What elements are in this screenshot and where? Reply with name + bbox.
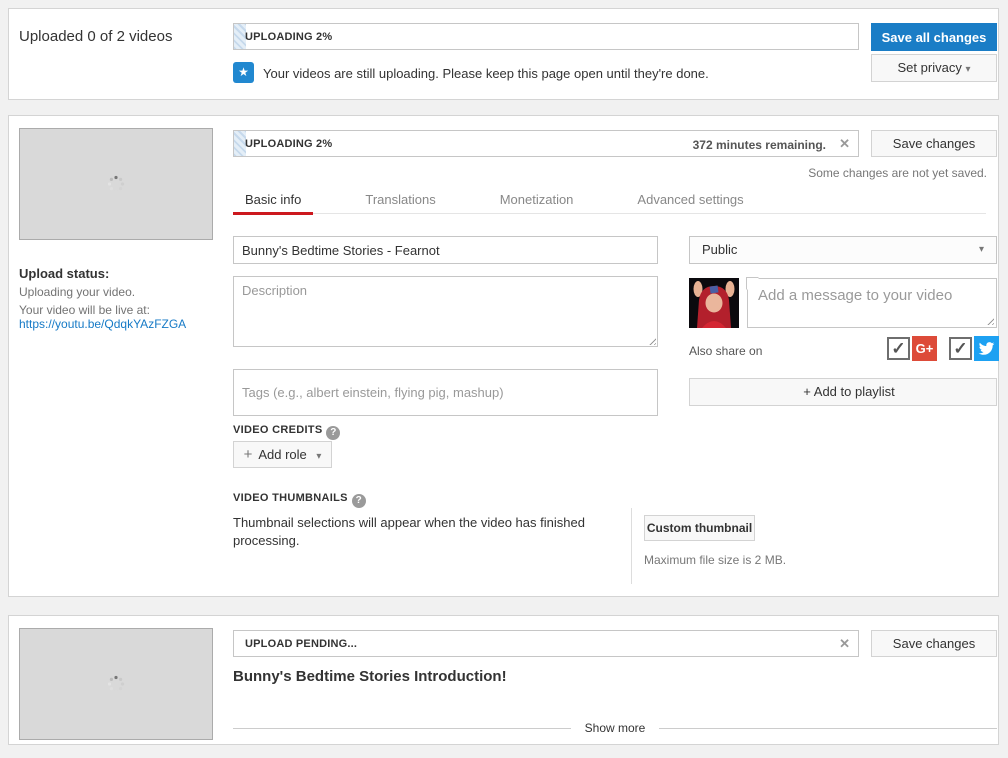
upload-notice-text: Your videos are still uploading. Please … bbox=[263, 66, 709, 81]
video-thumbnails-label: VIDEO THUMBNAILS? bbox=[233, 492, 366, 508]
global-progress-label: UPLOADING 2% bbox=[245, 31, 333, 43]
save-all-changes-button[interactable]: Save all changes bbox=[871, 23, 997, 51]
privacy-dropdown[interactable]: Public ▾ bbox=[689, 236, 997, 264]
video-tags-input[interactable] bbox=[233, 369, 658, 416]
divider-line bbox=[659, 727, 998, 729]
unsaved-changes-note: Some changes are not yet saved. bbox=[808, 166, 987, 180]
video2-save-changes-button[interactable]: Save changes bbox=[871, 630, 997, 657]
video-credits-label: VIDEO CREDITS? bbox=[233, 424, 341, 440]
video-message-bubble bbox=[746, 277, 997, 328]
max-file-size-note: Maximum file size is 2 MB. bbox=[644, 553, 787, 567]
divider-line bbox=[233, 727, 571, 729]
video-live-link[interactable]: https://youtu.be/QdqkYAzFZGA bbox=[19, 317, 186, 331]
twitter-icon bbox=[974, 336, 999, 361]
video-description-textarea[interactable] bbox=[233, 276, 658, 347]
add-to-playlist-button[interactable]: + Add to playlist bbox=[689, 378, 997, 406]
privacy-selected-value: Public bbox=[702, 242, 738, 257]
add-role-button[interactable]: + Add role ▾ bbox=[233, 441, 332, 468]
share-options-row: ✓ G+ ✓ bbox=[887, 336, 999, 361]
video-credits-text: VIDEO CREDITS bbox=[233, 424, 323, 436]
also-share-label: Also share on bbox=[689, 344, 763, 358]
video2-progress-bar: UPLOAD PENDING... ✕ bbox=[233, 630, 859, 657]
custom-thumbnail-button[interactable]: Custom thumbnail bbox=[644, 515, 755, 541]
video2-thumbnail-placeholder bbox=[19, 628, 213, 740]
help-icon[interactable]: ? bbox=[351, 494, 366, 508]
thumbnails-processing-note: Thumbnail selections will appear when th… bbox=[233, 515, 585, 548]
upload-status-line2: Your video will be live at: bbox=[19, 303, 150, 317]
video1-time-remaining: 372 minutes remaining. bbox=[692, 138, 826, 152]
spinner-icon bbox=[107, 675, 125, 693]
tab-monetization[interactable]: Monetization bbox=[488, 186, 586, 213]
video2-progress-label: UPLOAD PENDING... bbox=[245, 638, 358, 650]
video-message-textarea[interactable] bbox=[748, 279, 996, 327]
video1-progress-label: UPLOADING 2% bbox=[245, 138, 333, 150]
tab-translations[interactable]: Translations bbox=[353, 186, 447, 213]
show-more-button[interactable]: Show more bbox=[571, 721, 660, 735]
upload-status-heading: Upload status: bbox=[19, 266, 110, 281]
video-thumbnails-text: VIDEO THUMBNAILS bbox=[233, 492, 348, 504]
help-icon[interactable]: ? bbox=[326, 426, 341, 440]
google-plus-icon: G+ bbox=[912, 336, 937, 361]
show-more-divider: Show more bbox=[233, 721, 998, 735]
set-privacy-label: Set privacy bbox=[897, 60, 962, 75]
share-gplus-checkbox[interactable]: ✓ bbox=[887, 337, 910, 360]
video1-card: Upload status: Uploading your video. You… bbox=[8, 115, 999, 597]
upload-status-line1: Uploading your video. bbox=[19, 285, 136, 299]
close-icon[interactable]: ✕ bbox=[839, 136, 850, 152]
tab-advanced-settings[interactable]: Advanced settings bbox=[625, 186, 755, 213]
video2-title: Bunny's Bedtime Stories Introduction! bbox=[233, 668, 507, 685]
upload-star-icon: ★ bbox=[233, 62, 254, 83]
close-icon[interactable]: ✕ bbox=[839, 636, 850, 652]
video1-tabs: Basic info Translations Monetization Adv… bbox=[233, 186, 986, 215]
spinner-icon bbox=[107, 175, 125, 193]
share-twitter-checkbox[interactable]: ✓ bbox=[949, 337, 972, 360]
caret-down-icon: ▾ bbox=[316, 451, 322, 462]
video-title-input[interactable] bbox=[233, 236, 658, 264]
page-title: Uploaded 0 of 2 videos bbox=[19, 28, 173, 45]
caret-down-icon: ▾ bbox=[978, 244, 984, 255]
tab-basic-info[interactable]: Basic info bbox=[233, 186, 314, 215]
video2-card: UPLOAD PENDING... ✕ Save changes Bunny's… bbox=[8, 615, 999, 745]
video1-save-changes-button[interactable]: Save changes bbox=[871, 130, 997, 157]
add-role-label: Add role bbox=[258, 447, 307, 462]
global-upload-card: Uploaded 0 of 2 videos UPLOADING 2% Save… bbox=[8, 8, 999, 100]
global-progress-bar: UPLOADING 2% bbox=[233, 23, 859, 50]
vertical-divider bbox=[631, 508, 632, 584]
plus-icon: + bbox=[243, 446, 253, 463]
video1-thumbnail-placeholder bbox=[19, 128, 213, 240]
video1-progress-bar: UPLOADING 2% 372 minutes remaining. ✕ bbox=[233, 130, 859, 157]
channel-avatar bbox=[689, 278, 739, 328]
set-privacy-button[interactable]: Set privacy ▾ bbox=[871, 54, 997, 82]
caret-down-icon: ▾ bbox=[965, 64, 971, 75]
